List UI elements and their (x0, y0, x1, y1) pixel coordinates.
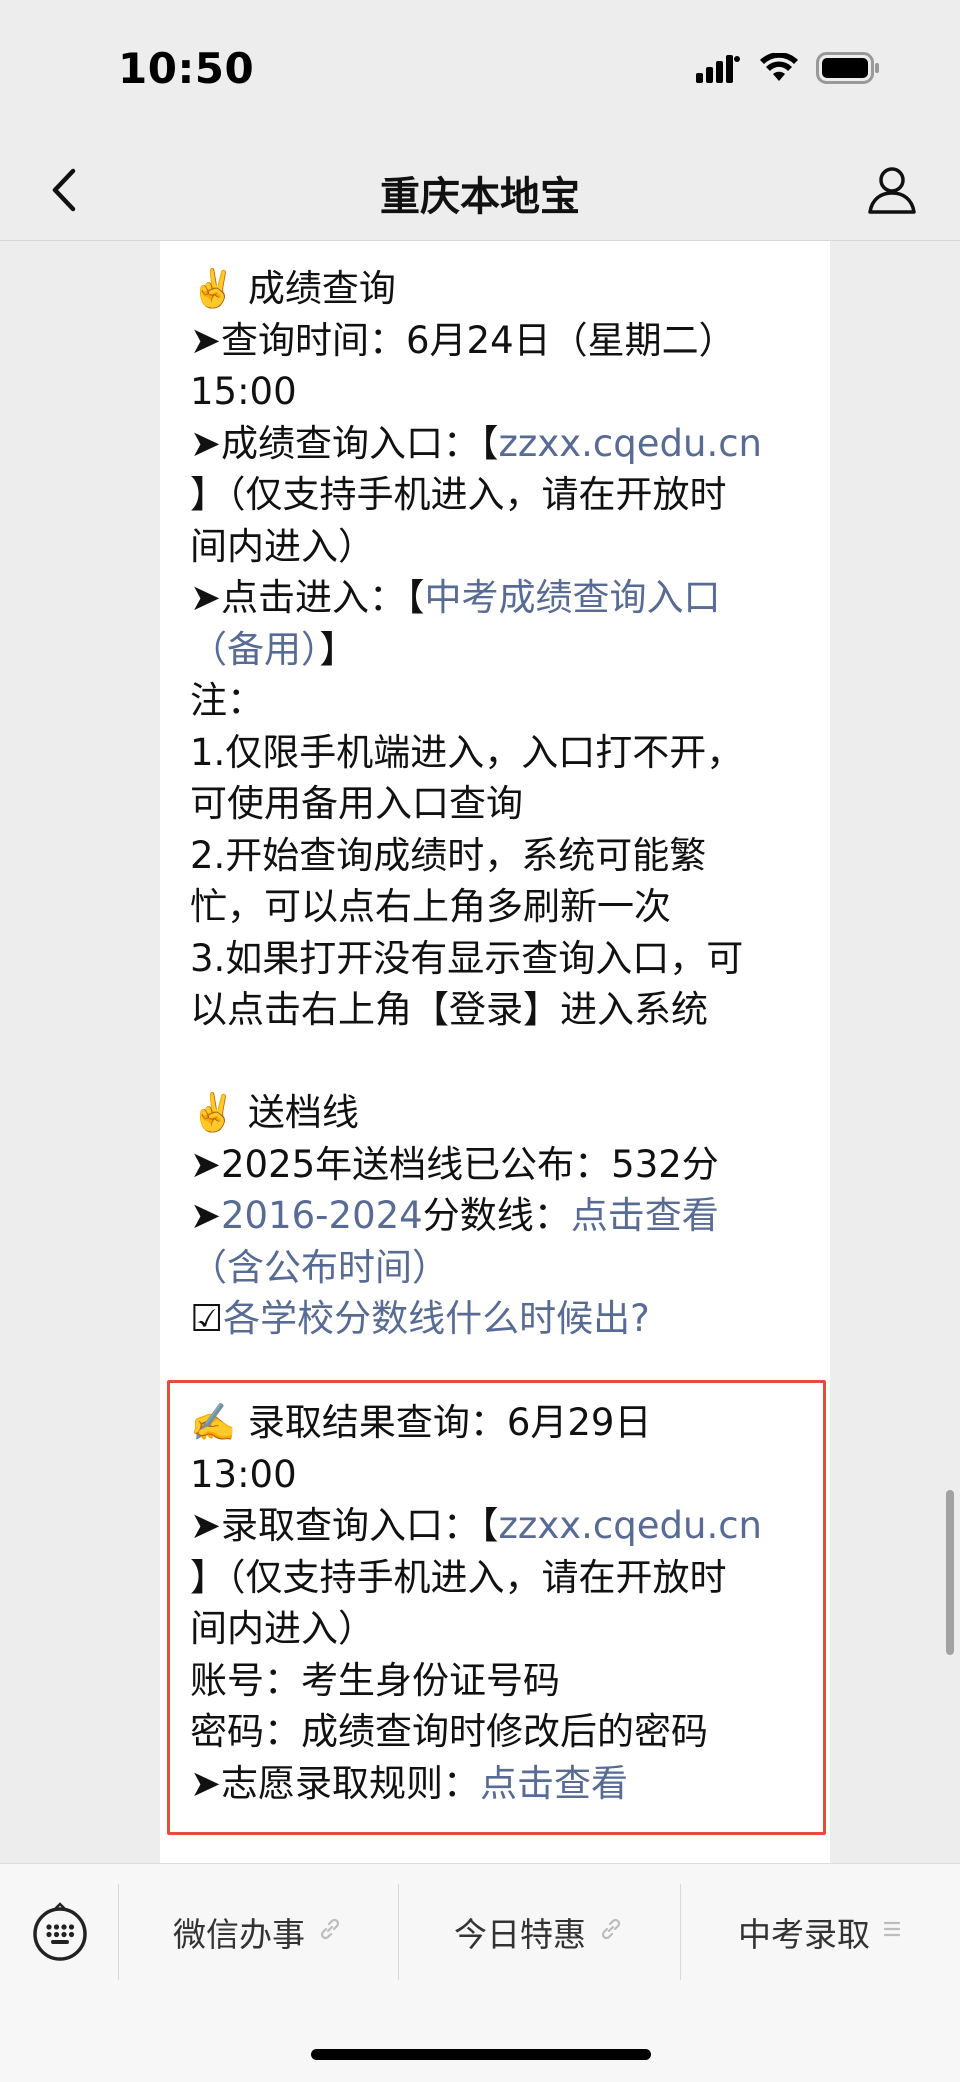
menu-item-label: 中考录取 (738, 1915, 870, 1954)
rules-label: ➤志愿录取规则： (190, 1761, 481, 1805)
score-entry-line: ➤成绩查询入口：【zzxx.cqedu.cn (190, 418, 810, 470)
checkbox-icon: ☑ (190, 1297, 224, 1340)
score-entry-note-b: 间内进入） (190, 524, 375, 568)
note-2a: 2.开始查询成绩时，系统可能繁 (190, 833, 707, 877)
password-line: 密码：成绩查询时修改后的密码 (190, 1710, 708, 1753)
note-1a: 1.仅限手机端进入，入口打不开， (190, 730, 744, 774)
article-text: ✌️ 成绩查询 ➤查询时间：6月24日（星期二） 15:00 ➤成绩查询入口：【… (190, 263, 810, 1345)
person-icon (868, 167, 916, 214)
status-bar: 10:50 (0, 0, 960, 140)
admission-entry-link[interactable]: zzxx.cqedu.cn (499, 1504, 762, 1547)
history-time-line: （含公布时间） (190, 1242, 810, 1294)
note-2b: 忙，可以点右上角多刷新一次 (190, 885, 671, 928)
query-time-line: ➤查询时间：6月24日（星期二） (190, 318, 736, 362)
admission-time: 13:00 (190, 1452, 297, 1496)
admission-title: ✍️ 录取结果查询：6月29日 (190, 1401, 652, 1444)
cutoff-section-title: ✌️ 送档线 (190, 1091, 359, 1134)
home-indicator[interactable] (311, 2049, 651, 2060)
click-entry-label: ➤点击进入：【 (190, 576, 425, 619)
note-3a: 3.如果打开没有显示查询入口，可 (190, 936, 744, 980)
menu-item-admission[interactable]: 中考录取 (680, 1904, 960, 1960)
query-time-hour: 15:00 (190, 370, 297, 413)
history-label: 分数线： (422, 1194, 571, 1237)
bottom-menu: 微信办事 今日特惠 中考录取 (0, 1863, 960, 2082)
rules-line: ➤志愿录取规则：点击查看 (190, 1758, 810, 1810)
link-icon (317, 1916, 343, 1948)
history-years-link[interactable]: 2016-2024 (221, 1194, 423, 1237)
note-3b: 以点击右上角【登录】进入系统 (190, 988, 708, 1031)
score-entry-label: ➤成绩查询入口：【 (190, 421, 499, 465)
status-time: 10:50 (118, 44, 255, 93)
nav-bar: 重庆本地宝 (0, 140, 960, 241)
admission-text: ✍️ 录取结果查询：6月29日 13:00 ➤录取查询入口：【zzxx.cqed… (190, 1397, 810, 1809)
menu-item-label: 今日特惠 (454, 1915, 586, 1954)
admission-entry-note-b: 间内进入） (190, 1607, 375, 1650)
status-icons (696, 52, 880, 88)
click-entry-line: ➤点击进入：【中考成绩查询入口 (190, 572, 810, 624)
account-line: 账号：考生身份证号码 (190, 1658, 560, 1702)
page-title: 重庆本地宝 (380, 174, 580, 220)
menu-item-wechat-service[interactable]: 微信办事 (118, 1904, 398, 1960)
admission-highlight-box: ✍️ 录取结果查询：6月29日 13:00 ➤录取查询入口：【zzxx.cqed… (167, 1380, 826, 1835)
menu-lines-icon (882, 1918, 902, 1946)
school-score-link[interactable]: 各学校分数线什么时候出? (223, 1297, 650, 1340)
scrollbar[interactable] (946, 1490, 954, 1655)
note-title: 注： (190, 679, 264, 722)
click-entry-line-2: （备用）】 (190, 624, 810, 676)
score-section-title: ✌️ 成绩查询 (190, 267, 396, 310)
link-icon (598, 1916, 624, 1948)
menu-item-today-deals[interactable]: 今日特惠 (398, 1904, 680, 1960)
menu-item-label: 微信办事 (173, 1915, 305, 1954)
history-view-link[interactable]: 点击查看 (571, 1194, 719, 1237)
battery-icon (816, 52, 880, 88)
cutoff-2025-line: ➤2025年送档线已公布：532分 (190, 1142, 719, 1186)
backup-entry-link-2[interactable]: （备用） (190, 628, 320, 671)
score-entry-link[interactable]: zzxx.cqedu.cn (499, 422, 762, 465)
school-score-line: ☑各学校分数线什么时候出? (190, 1293, 810, 1345)
click-entry-close: 】 (319, 627, 357, 671)
wifi-icon (760, 52, 798, 87)
profile-button[interactable] (860, 158, 924, 222)
note-1b: 可使用备用入口查询 (190, 782, 523, 825)
score-entry-note-a: 】（仅支持手机进入，请在开放时 (190, 473, 727, 516)
arrow-marker: ➤ (190, 1194, 222, 1237)
signal-icon (696, 53, 742, 87)
keyboard-toggle-button[interactable] (28, 1900, 92, 1964)
keyboard-icon (33, 1902, 87, 1961)
history-time-link[interactable]: （含公布时间） (190, 1246, 449, 1289)
backup-entry-link[interactable]: 中考成绩查询入口 (425, 576, 721, 619)
admission-entry-note-a: 】（仅支持手机进入，请在开放时 (190, 1555, 727, 1599)
admission-entry-label: ➤录取查询入口：【 (190, 1504, 499, 1547)
rules-link[interactable]: 点击查看 (480, 1762, 628, 1805)
admission-entry-line: ➤录取查询入口：【zzxx.cqedu.cn (190, 1500, 810, 1552)
cutoff-history-line: ➤2016-2024分数线：点击查看 (190, 1190, 810, 1242)
